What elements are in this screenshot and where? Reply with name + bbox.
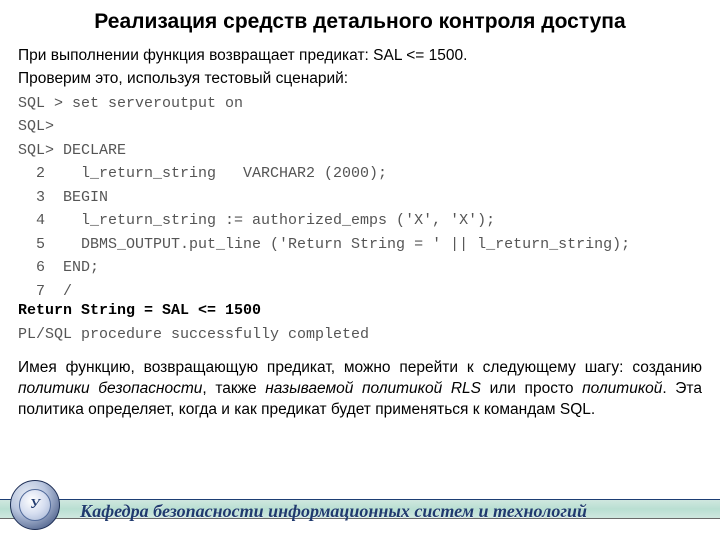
crest-inner-circle: У <box>19 489 51 521</box>
university-crest-icon: У <box>10 480 58 528</box>
slide: Реализация средств детального контроля д… <box>0 0 720 540</box>
para-text: Имея функцию, возвращающую предикат, мож… <box>18 359 702 376</box>
para-text: , также <box>202 380 265 397</box>
footer: У Кафедра безопасности информационных си… <box>0 488 720 532</box>
intro-line-1: При выполнении функция возвращает предик… <box>18 46 702 67</box>
code-line: 3 BEGIN <box>18 188 702 208</box>
code-line: 7 / <box>18 282 702 302</box>
slide-body: При выполнении функция возвращает предик… <box>0 46 720 421</box>
code-line: 6 END; <box>18 258 702 278</box>
code-line: SQL > set serveroutput on <box>18 94 702 114</box>
slide-title: Реализация средств детального контроля д… <box>0 0 720 40</box>
para-italic: политикой <box>582 380 662 397</box>
code-line: SQL> DECLARE <box>18 141 702 161</box>
code-line: SQL> <box>18 117 702 137</box>
result-line: PL/SQL procedure successfully completed <box>18 325 702 345</box>
code-line: 2 l_return_string VARCHAR2 (2000); <box>18 164 702 184</box>
result-line-bold: Return String = SAL <= 1500 <box>18 301 702 321</box>
intro-line-2: Проверим это, используя тестовый сценари… <box>18 69 702 90</box>
code-line: 4 l_return_string := authorized_emps ('X… <box>18 211 702 231</box>
paragraph: Имея функцию, возвращающую предикат, мож… <box>18 358 702 421</box>
code-line: 5 DBMS_OUTPUT.put_line ('Return String =… <box>18 235 702 255</box>
para-italic: называемой политикой RLS <box>265 380 481 397</box>
footer-text: Кафедра безопасности информационных сист… <box>80 501 587 522</box>
para-text: или просто <box>481 380 582 397</box>
para-italic: политики безопасности <box>18 380 202 397</box>
